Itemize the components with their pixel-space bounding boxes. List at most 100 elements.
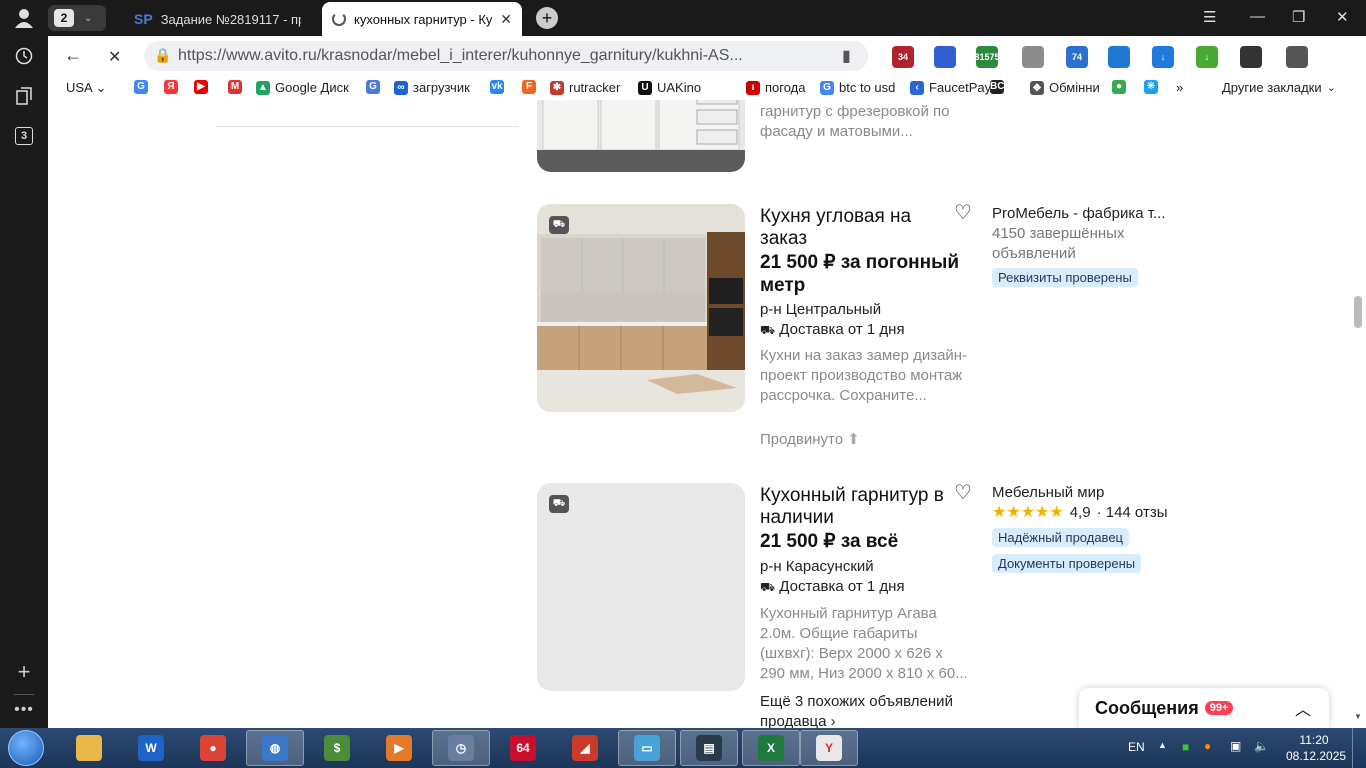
bookmark-google[interactable]: G: [134, 80, 148, 94]
close-tab-icon[interactable]: ✕: [500, 11, 512, 28]
favorite-heart-icon[interactable]: ♡: [954, 200, 972, 225]
bookmark-faucetpay[interactable]: ‹ FaucetPay: [910, 80, 991, 95]
collections-icon[interactable]: [0, 78, 48, 114]
back-icon[interactable]: ←: [64, 45, 82, 66]
bookmark-pogoda[interactable]: ı погода: [746, 80, 806, 95]
bookmark-usa[interactable]: USA ⌄: [66, 80, 107, 96]
bookmark-bc[interactable]: BC: [990, 80, 1004, 94]
bookmarks-more-button[interactable]: »: [1176, 80, 1183, 95]
chrome-app[interactable]: ●: [184, 730, 242, 766]
listing-price: 21 500 ₽ за всё: [760, 531, 899, 552]
ext-81575-icon[interactable]: 81575: [974, 46, 1000, 68]
menu-icon[interactable]: ☰: [1203, 8, 1216, 26]
delivery-icon: ⛟: [549, 216, 569, 234]
clock-app[interactable]: ◷: [432, 730, 490, 766]
url-field[interactable]: 🔒 https://www.avito.ru/krasnodar/mebel_i…: [144, 41, 868, 71]
bookmark-icon[interactable]: ▮: [842, 46, 851, 66]
tray-avast-icon[interactable]: ●: [1204, 739, 1211, 753]
bookmark-obmin[interactable]: ◆ Обмінни: [1030, 80, 1100, 95]
tab-avito[interactable]: кухонных гарнитур - Ку ✕: [322, 2, 522, 36]
profile-icon[interactable]: [0, 0, 48, 36]
network-app[interactable]: ◍: [246, 730, 304, 766]
delivery-icon: ⛟: [760, 580, 776, 594]
listing-image[interactable]: ⛟: [537, 483, 745, 691]
bookmark-f[interactable]: F: [522, 80, 536, 94]
bookmark-uakino[interactable]: U UAKino: [638, 80, 701, 95]
bookmark-star[interactable]: ✳: [1144, 80, 1158, 94]
favorite-heart-icon[interactable]: ♡: [954, 480, 972, 505]
tab-group-button[interactable]: 2 ⌄: [48, 5, 106, 31]
excel-app[interactable]: X: [742, 730, 800, 766]
tabs-count-icon[interactable]: 3: [0, 118, 48, 154]
page-scrollbar[interactable]: ▼: [1350, 100, 1366, 728]
antivirus-app[interactable]: W: [122, 730, 180, 766]
bookmark-star-icon: ✳: [1144, 80, 1158, 94]
minimize-icon[interactable]: —: [1250, 8, 1265, 25]
ext-download-blue-icon[interactable]: ↓: [1152, 46, 1174, 68]
stop-loading-icon[interactable]: ✕: [108, 47, 121, 67]
listing-district: р-н Карасунский: [760, 558, 874, 575]
ext-dark-icon[interactable]: [1240, 46, 1262, 68]
chevron-up-icon[interactable]: ︿: [1295, 696, 1311, 720]
clock[interactable]: 11:20 08.12.2025: [1286, 732, 1346, 764]
more-icon[interactable]: •••: [0, 692, 48, 728]
notes-app[interactable]: ▭: [618, 730, 676, 766]
more-listings-link[interactable]: Ещё 3 похожих объявлений продавца ›: [760, 692, 970, 728]
start-button[interactable]: [8, 730, 44, 766]
bookmark-rutracker[interactable]: ✱ rutracker: [550, 80, 620, 95]
seller-name[interactable]: ProМебель - фабрика т...: [992, 204, 1165, 224]
bookmark-vk[interactable]: vk: [490, 80, 504, 94]
ext-gray-icon[interactable]: [1022, 46, 1044, 68]
media-app[interactable]: ▶: [370, 730, 428, 766]
language-indicator[interactable]: EN: [1128, 740, 1145, 754]
bookmark-btc[interactable]: Gbtc to usd: [820, 80, 895, 95]
bookmark-uakino-icon: U: [638, 80, 652, 95]
app-64[interactable]: 64: [494, 730, 552, 766]
excel-money-app[interactable]: $: [308, 730, 366, 766]
close-window-icon[interactable]: ✕: [1336, 8, 1349, 26]
scroll-down-icon[interactable]: ▼: [1354, 712, 1362, 721]
listing-title[interactable]: Кухня угловая на заказ: [760, 206, 960, 250]
tray-expand-icon[interactable]: ▲: [1158, 740, 1167, 750]
taskbar: W ● ◍ $ ▶ ◷ 64 ◢ ▭ ▤ X Y EN ▲ ■ ● ▣ 🔈 11:20 08.12.2…: [0, 728, 1366, 768]
reviews-count[interactable]: · 144 отзы: [1097, 504, 1168, 521]
tray-app-icon[interactable]: ■: [1182, 740, 1189, 754]
restore-icon[interactable]: ❐: [1292, 8, 1305, 26]
scrollbar-thumb[interactable]: [1354, 296, 1362, 328]
ext-download-green-icon[interactable]: ↓: [1196, 46, 1218, 68]
clock-app-icon: ◷: [448, 735, 474, 761]
yandex-browser-app[interactable]: Y: [800, 730, 858, 766]
chart-app[interactable]: ◢: [556, 730, 614, 766]
bookmark-zagruzchik[interactable]: ∞ загрузчик: [394, 80, 470, 95]
delivery-icon: ⛟: [549, 495, 569, 513]
chrome-app-icon: ●: [200, 735, 226, 761]
url-path: /krasnodar/mebel_i_interer/kuhonnye_garn…: [316, 47, 743, 64]
bookmark-gmail[interactable]: M: [228, 80, 242, 94]
bookmark-translate[interactable]: G: [366, 80, 380, 94]
volume-icon[interactable]: 🔈: [1254, 739, 1269, 753]
bookmark-maps[interactable]: ●: [1112, 80, 1126, 94]
ext-diamond-icon[interactable]: [1108, 46, 1130, 68]
network-icon[interactable]: ▣: [1230, 739, 1241, 753]
listing-image[interactable]: [537, 100, 745, 172]
bookmark-youtube[interactable]: ▶: [194, 80, 208, 94]
listing-image[interactable]: ⛟: [537, 204, 745, 412]
messages-widget[interactable]: Сообщения 99+ ︿: [1079, 688, 1329, 728]
add-panel-icon[interactable]: +: [0, 654, 48, 690]
ext-34-icon[interactable]: 34: [892, 46, 914, 68]
excel-app-icon: X: [758, 735, 784, 761]
bookmark-yandex[interactable]: Я: [164, 80, 178, 94]
ext-calendar-74-icon[interactable]: 74: [1066, 46, 1088, 68]
ext-puzzle-icon[interactable]: [1286, 46, 1308, 68]
show-desktop-button[interactable]: [1352, 728, 1366, 768]
terminal-app[interactable]: ▤: [680, 730, 738, 766]
listing-title[interactable]: Кухонный гарнитур в наличии: [760, 485, 960, 529]
history-icon[interactable]: [0, 38, 48, 74]
bookmark-google-disk[interactable]: ▲ Google Диск: [256, 80, 349, 95]
explorer-app[interactable]: [60, 730, 118, 766]
other-bookmarks-button[interactable]: Другие закладки ⌄: [1222, 80, 1336, 95]
tab-zadanie[interactable]: SP Задание №2819117 - прос: [124, 2, 320, 36]
new-tab-button[interactable]: +: [536, 7, 558, 29]
seller-name[interactable]: Мебельный мир: [992, 483, 1104, 503]
ext-globe-icon[interactable]: [934, 46, 956, 68]
